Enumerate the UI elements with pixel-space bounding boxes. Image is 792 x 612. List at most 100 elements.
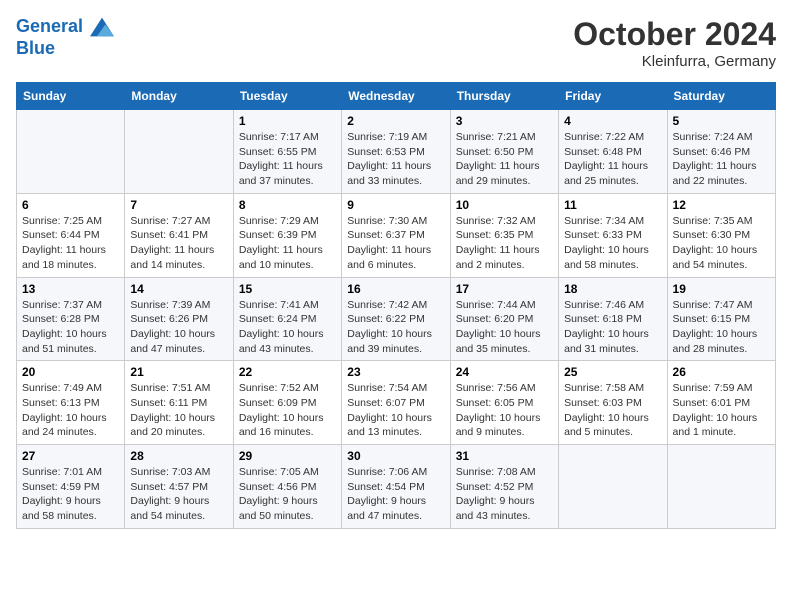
day-detail: Sunrise: 7:06 AM Sunset: 4:54 PM Dayligh… — [347, 465, 444, 524]
calendar-cell: 21Sunrise: 7:51 AM Sunset: 6:11 PM Dayli… — [125, 361, 233, 445]
calendar-cell: 22 Sunrise: 7:52 AM Sunset: 6:09 PM Dayli… — [233, 361, 341, 445]
day-detail: Sunrise: 7:39 AM Sunset: 6:26 PM Dayligh… — [130, 298, 227, 357]
calendar-body: 1Sunrise: 7:17 AM Sunset: 6:55 PM Daylig… — [17, 110, 776, 529]
day-detail: Sunrise: 7:52 AM Sunset: 6:09 PM Dayligh… — [239, 381, 336, 440]
day-detail: Sunrise: 7:49 AM Sunset: 6:13 PM Dayligh… — [22, 381, 119, 440]
calendar-cell: 16Sunrise: 7:42 AM Sunset: 6:22 PM Dayli… — [342, 277, 450, 361]
calendar-cell: 9 Sunrise: 7:30 AM Sunset: 6:37 PM Daylig… — [342, 193, 450, 277]
title-block: October 2024 Kleinfurra, Germany — [573, 16, 776, 70]
calendar-cell — [125, 110, 233, 194]
day-detail: Sunrise: 7:34 AM Sunset: 6:33 PM Dayligh… — [564, 214, 661, 273]
calendar-cell: 8 Sunrise: 7:29 AM Sunset: 6:39 PM Daylig… — [233, 193, 341, 277]
day-number: 9 — [347, 198, 444, 212]
day-number: 2 — [347, 114, 444, 128]
calendar-cell: 26 Sunrise: 7:59 AM Sunset: 6:01 PM Dayli… — [667, 361, 775, 445]
day-number: 21 — [130, 365, 227, 379]
calendar-cell: 30 Sunrise: 7:06 AM Sunset: 4:54 PM Dayli… — [342, 445, 450, 529]
calendar-week-row: 6 Sunrise: 7:25 AM Sunset: 6:44 PM Daylig… — [17, 193, 776, 277]
calendar-cell: 12 Sunrise: 7:35 AM Sunset: 6:30 PM Dayli… — [667, 193, 775, 277]
day-number: 25 — [564, 365, 661, 379]
month-title: October 2024 — [573, 16, 776, 53]
day-number: 31 — [456, 449, 553, 463]
day-detail: Sunrise: 7:35 AM Sunset: 6:30 PM Dayligh… — [673, 214, 770, 273]
calendar-cell: 3 Sunrise: 7:21 AM Sunset: 6:50 PM Daylig… — [450, 110, 558, 194]
day-number: 29 — [239, 449, 336, 463]
day-number: 3 — [456, 114, 553, 128]
day-number: 8 — [239, 198, 336, 212]
day-detail: Sunrise: 7:54 AM Sunset: 6:07 PM Dayligh… — [347, 381, 444, 440]
day-number: 11 — [564, 198, 661, 212]
calendar-cell — [17, 110, 125, 194]
day-detail: Sunrise: 7:25 AM Sunset: 6:44 PM Dayligh… — [22, 214, 119, 273]
calendar-cell: 19 Sunrise: 7:47 AM Sunset: 6:15 PM Dayli… — [667, 277, 775, 361]
day-detail: Sunrise: 7:44 AM Sunset: 6:20 PM Dayligh… — [456, 298, 553, 357]
calendar-cell: 1Sunrise: 7:17 AM Sunset: 6:55 PM Daylig… — [233, 110, 341, 194]
day-number: 10 — [456, 198, 553, 212]
calendar-week-row: 27 Sunrise: 7:01 AM Sunset: 4:59 PM Dayli… — [17, 445, 776, 529]
day-number: 14 — [130, 282, 227, 296]
calendar-cell: 31 Sunrise: 7:08 AM Sunset: 4:52 PM Dayli… — [450, 445, 558, 529]
logo-text: General Blue — [16, 16, 114, 59]
day-detail: Sunrise: 7:03 AM Sunset: 4:57 PM Dayligh… — [130, 465, 227, 524]
page-header: General Blue October 2024 Kleinfurra, Ge… — [16, 16, 776, 70]
day-detail: Sunrise: 7:17 AM Sunset: 6:55 PM Dayligh… — [239, 130, 336, 189]
calendar-cell: 14 Sunrise: 7:39 AM Sunset: 6:26 PM Dayli… — [125, 277, 233, 361]
day-number: 19 — [673, 282, 770, 296]
calendar-cell: 7 Sunrise: 7:27 AM Sunset: 6:41 PM Daylig… — [125, 193, 233, 277]
day-number: 22 — [239, 365, 336, 379]
day-number: 15 — [239, 282, 336, 296]
day-number: 12 — [673, 198, 770, 212]
day-number: 27 — [22, 449, 119, 463]
day-number: 23 — [347, 365, 444, 379]
calendar-cell: 4Sunrise: 7:22 AM Sunset: 6:48 PM Daylig… — [559, 110, 667, 194]
day-number: 7 — [130, 198, 227, 212]
day-detail: Sunrise: 7:56 AM Sunset: 6:05 PM Dayligh… — [456, 381, 553, 440]
calendar-cell: 29 Sunrise: 7:05 AM Sunset: 4:56 PM Dayli… — [233, 445, 341, 529]
day-detail: Sunrise: 7:29 AM Sunset: 6:39 PM Dayligh… — [239, 214, 336, 273]
day-header-wednesday: Wednesday — [342, 83, 450, 110]
calendar-cell — [667, 445, 775, 529]
day-detail: Sunrise: 7:05 AM Sunset: 4:56 PM Dayligh… — [239, 465, 336, 524]
day-detail: Sunrise: 7:32 AM Sunset: 6:35 PM Dayligh… — [456, 214, 553, 273]
calendar-cell: 15Sunrise: 7:41 AM Sunset: 6:24 PM Dayli… — [233, 277, 341, 361]
day-number: 30 — [347, 449, 444, 463]
day-detail: Sunrise: 7:08 AM Sunset: 4:52 PM Dayligh… — [456, 465, 553, 524]
calendar-header-row: SundayMondayTuesdayWednesdayThursdayFrid… — [17, 83, 776, 110]
calendar-cell: 25 Sunrise: 7:58 AM Sunset: 6:03 PM Dayli… — [559, 361, 667, 445]
day-header-monday: Monday — [125, 83, 233, 110]
calendar-cell: 6 Sunrise: 7:25 AM Sunset: 6:44 PM Daylig… — [17, 193, 125, 277]
calendar-week-row: 20 Sunrise: 7:49 AM Sunset: 6:13 PM Dayli… — [17, 361, 776, 445]
day-detail: Sunrise: 7:59 AM Sunset: 6:01 PM Dayligh… — [673, 381, 770, 440]
day-detail: Sunrise: 7:24 AM Sunset: 6:46 PM Dayligh… — [673, 130, 770, 189]
calendar-table: SundayMondayTuesdayWednesdayThursdayFrid… — [16, 82, 776, 529]
day-number: 5 — [673, 114, 770, 128]
day-detail: Sunrise: 7:37 AM Sunset: 6:28 PM Dayligh… — [22, 298, 119, 357]
day-number: 20 — [22, 365, 119, 379]
calendar-cell: 2 Sunrise: 7:19 AM Sunset: 6:53 PM Daylig… — [342, 110, 450, 194]
calendar-week-row: 13Sunrise: 7:37 AM Sunset: 6:28 PM Dayli… — [17, 277, 776, 361]
calendar-cell: 10 Sunrise: 7:32 AM Sunset: 6:35 PM Dayli… — [450, 193, 558, 277]
calendar-cell: 24Sunrise: 7:56 AM Sunset: 6:05 PM Dayli… — [450, 361, 558, 445]
day-number: 6 — [22, 198, 119, 212]
day-number: 17 — [456, 282, 553, 296]
day-number: 18 — [564, 282, 661, 296]
day-detail: Sunrise: 7:27 AM Sunset: 6:41 PM Dayligh… — [130, 214, 227, 273]
calendar-cell: 11 Sunrise: 7:34 AM Sunset: 6:33 PM Dayli… — [559, 193, 667, 277]
day-detail: Sunrise: 7:01 AM Sunset: 4:59 PM Dayligh… — [22, 465, 119, 524]
day-detail: Sunrise: 7:22 AM Sunset: 6:48 PM Dayligh… — [564, 130, 661, 189]
day-detail: Sunrise: 7:47 AM Sunset: 6:15 PM Dayligh… — [673, 298, 770, 357]
calendar-week-row: 1Sunrise: 7:17 AM Sunset: 6:55 PM Daylig… — [17, 110, 776, 194]
day-header-saturday: Saturday — [667, 83, 775, 110]
day-detail: Sunrise: 7:58 AM Sunset: 6:03 PM Dayligh… — [564, 381, 661, 440]
location: Kleinfurra, Germany — [573, 53, 776, 70]
day-detail: Sunrise: 7:42 AM Sunset: 6:22 PM Dayligh… — [347, 298, 444, 357]
day-header-sunday: Sunday — [17, 83, 125, 110]
calendar-cell: 5 Sunrise: 7:24 AM Sunset: 6:46 PM Daylig… — [667, 110, 775, 194]
day-detail: Sunrise: 7:30 AM Sunset: 6:37 PM Dayligh… — [347, 214, 444, 273]
day-number: 26 — [673, 365, 770, 379]
day-detail: Sunrise: 7:46 AM Sunset: 6:18 PM Dayligh… — [564, 298, 661, 357]
day-detail: Sunrise: 7:21 AM Sunset: 6:50 PM Dayligh… — [456, 130, 553, 189]
calendar-cell: 18 Sunrise: 7:46 AM Sunset: 6:18 PM Dayli… — [559, 277, 667, 361]
day-detail: Sunrise: 7:19 AM Sunset: 6:53 PM Dayligh… — [347, 130, 444, 189]
calendar-cell: 13Sunrise: 7:37 AM Sunset: 6:28 PM Dayli… — [17, 277, 125, 361]
